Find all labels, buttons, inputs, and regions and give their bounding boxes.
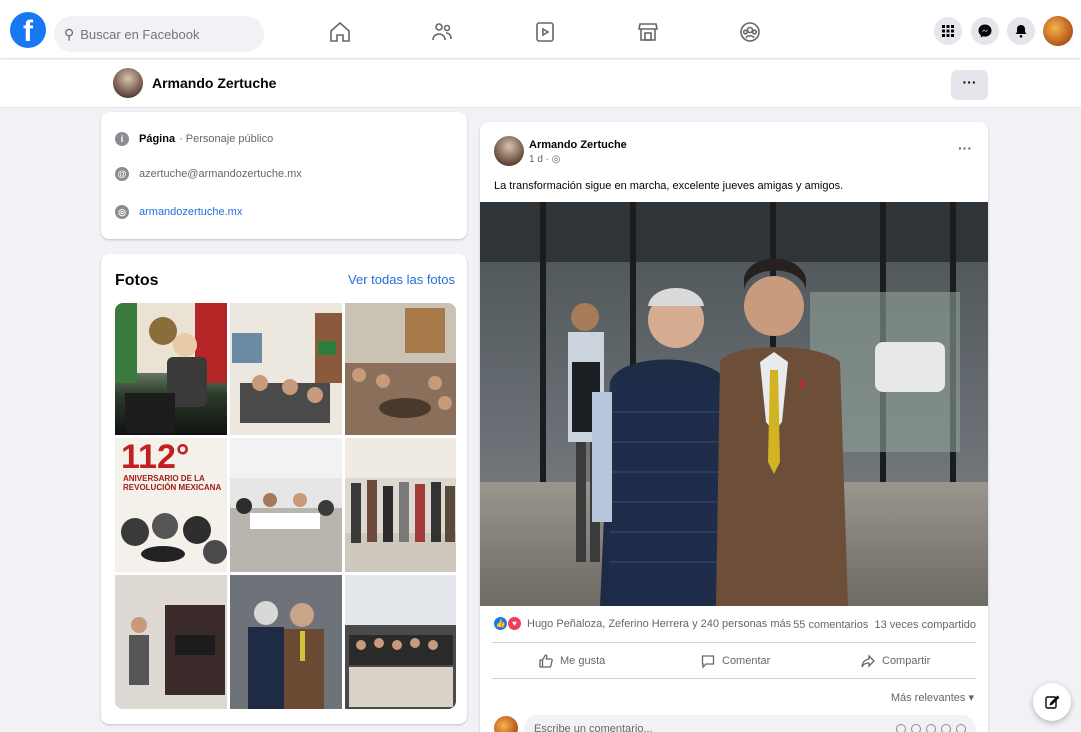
- see-all-photos-link[interactable]: Ver todas las fotos: [348, 272, 455, 287]
- page-category-row: i Página · Personaje público: [115, 132, 273, 146]
- photo-thumbnail[interactable]: [230, 575, 342, 709]
- share-icon: [861, 654, 875, 668]
- globe-icon: ◎: [115, 205, 129, 219]
- post-author-name[interactable]: Armando Zertuche: [529, 139, 627, 151]
- poster-text: ANIVERSARIO DE LA REVOLUCIÓN MEXICANA: [123, 474, 222, 492]
- photo-thumbnail[interactable]: [345, 303, 456, 435]
- post-text: La transformación sigue en marcha, excel…: [494, 180, 844, 192]
- reactions-summary[interactable]: 👍 ♥ Hugo Peñaloza, Zeferino Herrera y 24…: [494, 617, 791, 630]
- post-time-text: 1 d ·: [529, 154, 552, 165]
- post-image[interactable]: [480, 202, 988, 606]
- reactions-text: Hugo Peñaloza, Zeferino Herrera y 240 pe…: [527, 617, 792, 630]
- account-avatar[interactable]: [1043, 16, 1073, 46]
- thumbs-up-icon: [539, 654, 553, 668]
- comment-label: Comentar: [722, 655, 771, 667]
- friends-icon[interactable]: [422, 14, 462, 50]
- profile-avatar[interactable]: [113, 68, 143, 98]
- website-row: ◎ armandozertuche.mx: [115, 205, 242, 219]
- emoji-icon[interactable]: [911, 724, 921, 732]
- divider: [492, 642, 976, 643]
- facebook-logo-icon[interactable]: f: [10, 12, 46, 48]
- like-button[interactable]: Me gusta: [538, 653, 605, 669]
- page-category: · Personaje público: [179, 133, 274, 145]
- poster-number: 112°: [121, 438, 190, 476]
- photo-thumbnail[interactable]: [230, 303, 342, 435]
- photo-thumbnail[interactable]: [115, 303, 227, 435]
- profile-sticky-header: Armando Zertuche ···: [0, 58, 1081, 108]
- comment-icon: [701, 655, 715, 669]
- comment-button[interactable]: Comentar: [700, 653, 770, 669]
- compose-icon: [1045, 695, 1060, 709]
- commenter-avatar[interactable]: [494, 716, 518, 732]
- sticker-icon[interactable]: [956, 724, 966, 732]
- love-reaction-icon: ♥: [508, 617, 521, 630]
- marketplace-icon[interactable]: [628, 14, 668, 50]
- post-author-avatar[interactable]: [494, 136, 524, 166]
- comment-tools: [896, 715, 966, 732]
- photos-grid: 112° ANIVERSARIO DE LA REVOLUCIÓN MEXICA…: [115, 303, 456, 709]
- engagement-counts: 55 comentarios 13 veces compartido: [793, 619, 976, 631]
- profile-more-button[interactable]: ···: [951, 70, 988, 100]
- share-label: Compartir: [882, 655, 931, 667]
- comment-input[interactable]: Escribe un comentario...: [524, 715, 976, 732]
- share-button[interactable]: Compartir: [860, 653, 930, 669]
- avatar-sticker-icon[interactable]: [896, 724, 906, 732]
- website-link[interactable]: armandozertuche.mx: [139, 206, 242, 218]
- photo-thumbnail[interactable]: [345, 575, 456, 709]
- photo-thumbnail[interactable]: [115, 575, 227, 709]
- groups-icon[interactable]: [730, 14, 770, 50]
- post-more-button[interactable]: ···: [958, 140, 972, 156]
- search-icon: ⚲: [64, 25, 75, 42]
- watch-icon[interactable]: [525, 14, 565, 50]
- post-timestamp[interactable]: 1 d · ◎: [529, 154, 561, 165]
- photo-thumbnail[interactable]: [345, 438, 456, 572]
- info-icon: i: [115, 132, 129, 146]
- camera-icon[interactable]: [926, 724, 936, 732]
- comment-sort-dropdown[interactable]: Más relevantes ▾: [891, 691, 974, 704]
- photo-thumbnail[interactable]: 112° ANIVERSARIO DE LA REVOLUCIÓN MEXICA…: [115, 438, 227, 572]
- search-input[interactable]: [80, 26, 241, 42]
- email-icon: @: [115, 167, 129, 181]
- messenger-icon[interactable]: [971, 17, 999, 45]
- public-globe-icon: ◎: [551, 154, 561, 165]
- comments-count[interactable]: 55 comentarios: [793, 619, 868, 631]
- like-label: Me gusta: [560, 655, 606, 667]
- photos-title: Fotos: [115, 272, 159, 289]
- email-text[interactable]: azertuche@armandozertuche.mx: [139, 168, 302, 180]
- post-card: Armando Zertuche 1 d · ◎ ··· La transfor…: [480, 122, 988, 732]
- photo-thumbnail[interactable]: [230, 438, 342, 572]
- intro-card: i Página · Personaje público @ azertuche…: [101, 112, 467, 239]
- top-navigation-bar: f ⚲: [0, 0, 1081, 58]
- home-icon[interactable]: [320, 14, 360, 50]
- menu-grid-icon[interactable]: [934, 17, 962, 45]
- page-label: Página: [139, 133, 176, 145]
- divider: [492, 678, 976, 679]
- shares-count[interactable]: 13 veces compartido: [875, 619, 977, 631]
- email-row: @ azertuche@armandozertuche.mx: [115, 167, 302, 181]
- search-box[interactable]: ⚲: [54, 16, 264, 52]
- photos-card: Fotos Ver todas las fotos 112° ANIVERSAR…: [101, 254, 467, 724]
- profile-name[interactable]: Armando Zertuche: [152, 75, 276, 91]
- comment-placeholder: Escribe un comentario...: [534, 723, 653, 732]
- notifications-icon[interactable]: [1007, 17, 1035, 45]
- new-message-button[interactable]: [1033, 683, 1071, 721]
- gif-icon[interactable]: [941, 724, 951, 732]
- like-reaction-icon: 👍: [494, 617, 507, 630]
